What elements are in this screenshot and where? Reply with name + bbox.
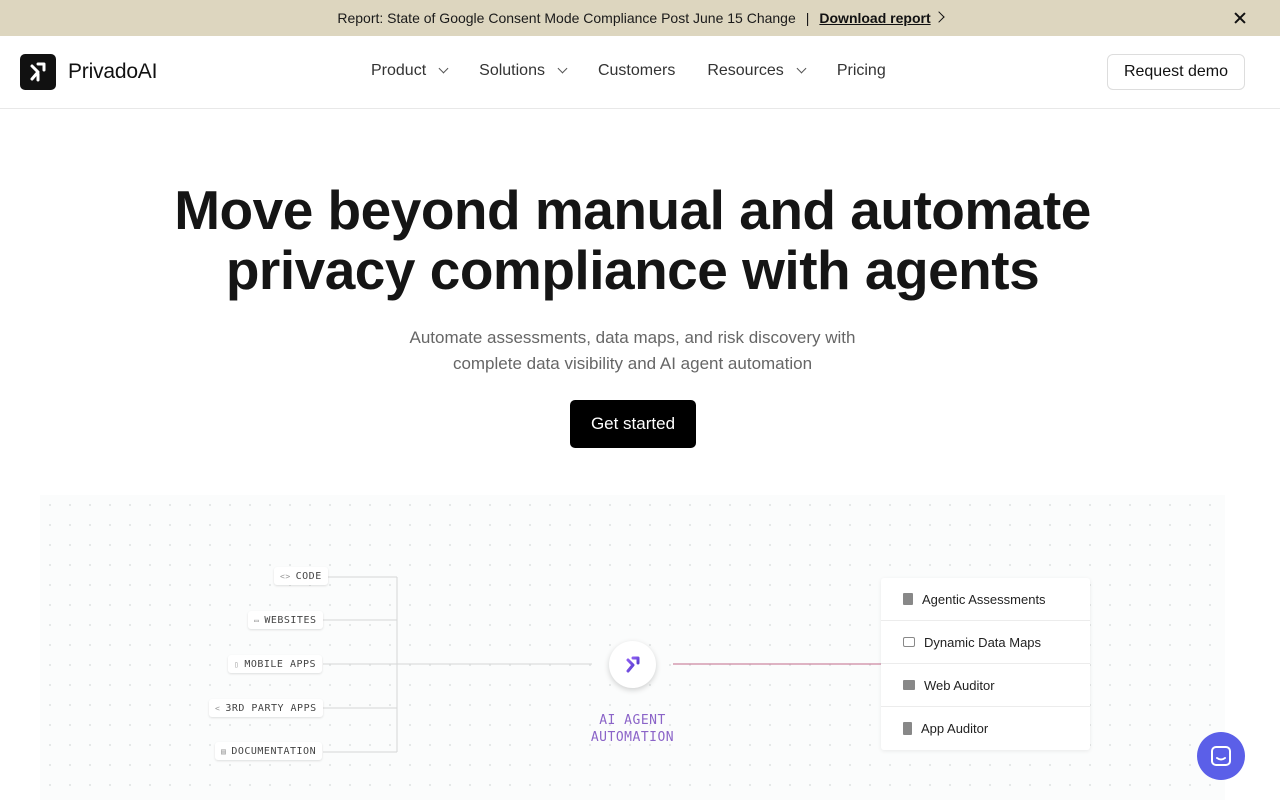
- network-icon: [903, 637, 915, 647]
- output-label: Dynamic Data Maps: [924, 634, 1042, 650]
- privado-logo-icon: [626, 656, 639, 673]
- source-label: WEBSITES: [264, 614, 317, 626]
- output-app-auditor: App Auditor: [881, 707, 1090, 750]
- source-label: 3RD PARTY APPS: [225, 702, 317, 714]
- share-icon: <: [215, 703, 221, 713]
- output-label: Agentic Assessments: [922, 591, 1046, 607]
- outputs-list: Agentic Assessments Dynamic Data Maps We…: [881, 578, 1090, 750]
- output-dynamic-data-maps: Dynamic Data Maps: [881, 621, 1090, 664]
- source-label: DOCUMENTATION: [231, 745, 317, 757]
- source-label: MOBILE APPS: [244, 658, 317, 670]
- source-label: CODE: [295, 570, 322, 582]
- output-web-auditor: Web Auditor: [881, 664, 1090, 707]
- code-icon: <>: [280, 571, 291, 581]
- source-code: <> CODE: [274, 567, 328, 585]
- hub-label-line: AUTOMATION: [590, 730, 675, 745]
- chat-icon: [1211, 746, 1231, 766]
- hub-label: AI AGENT AUTOMATION: [580, 712, 685, 746]
- document-icon: [903, 593, 913, 605]
- browser-icon: [903, 680, 915, 690]
- output-label: App Auditor: [921, 721, 989, 736]
- document-icon: ▤: [221, 746, 227, 756]
- source-documentation: ▤ DOCUMENTATION: [215, 742, 323, 760]
- ai-agent-hub: [609, 641, 656, 688]
- browser-icon: ▭: [254, 615, 260, 625]
- phone-icon: ▯: [234, 659, 240, 669]
- phone-icon: [903, 722, 912, 735]
- hub-label-line: AI AGENT: [599, 713, 666, 728]
- chat-launcher-button[interactable]: [1197, 732, 1245, 780]
- source-3rd-party-apps: < 3RD PARTY APPS: [209, 699, 323, 717]
- source-mobile-apps: ▯ MOBILE APPS: [228, 655, 323, 673]
- source-websites: ▭ WEBSITES: [248, 611, 323, 629]
- output-label: Web Auditor: [924, 677, 995, 693]
- output-agentic-assessments: Agentic Assessments: [881, 578, 1090, 621]
